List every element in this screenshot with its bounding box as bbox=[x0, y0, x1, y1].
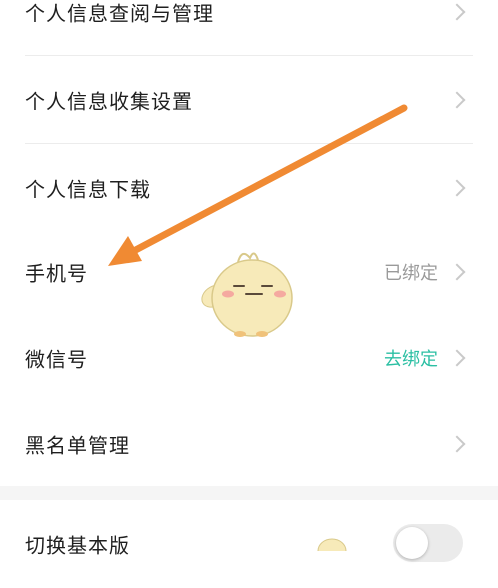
menu-item-label: 个人信息下载 bbox=[25, 177, 151, 202]
chevron-right-icon bbox=[448, 91, 466, 109]
phone-bound-status: 已绑定 bbox=[384, 263, 438, 284]
menu-item-label: 黑名单管理 bbox=[25, 433, 130, 458]
menu-item-label: 微信号 bbox=[25, 347, 88, 372]
section-gap bbox=[0, 486, 498, 500]
menu-item-personal-info-review[interactable]: 个人信息查阅与管理 bbox=[0, 0, 498, 56]
menu-item-wechat[interactable]: 微信号 去绑定 bbox=[0, 314, 498, 402]
chevron-right-icon bbox=[448, 349, 466, 367]
basic-mode-toggle[interactable] bbox=[393, 524, 463, 562]
menu-item-personal-info-collection[interactable]: 个人信息收集设置 bbox=[0, 56, 498, 144]
wechat-bind-link[interactable]: 去绑定 bbox=[384, 345, 438, 371]
menu-item-label: 手机号 bbox=[25, 261, 88, 286]
menu-item-label: 个人信息查阅与管理 bbox=[25, 1, 214, 26]
chevron-right-icon bbox=[448, 3, 466, 21]
chevron-right-icon bbox=[448, 179, 466, 197]
menu-item-phone-number[interactable]: 手机号 已绑定 bbox=[0, 228, 498, 316]
toggle-knob bbox=[396, 527, 428, 559]
chevron-right-icon bbox=[448, 263, 466, 281]
menu-item-blacklist[interactable]: 黑名单管理 bbox=[0, 400, 498, 488]
menu-item-label: 个人信息收集设置 bbox=[25, 89, 193, 114]
menu-item-personal-info-download[interactable]: 个人信息下载 bbox=[0, 144, 498, 232]
basic-mode-label: 切换基本版 bbox=[25, 533, 130, 558]
chevron-right-icon bbox=[448, 435, 466, 453]
setting-basic-mode: 切换基本版 bbox=[0, 500, 498, 588]
